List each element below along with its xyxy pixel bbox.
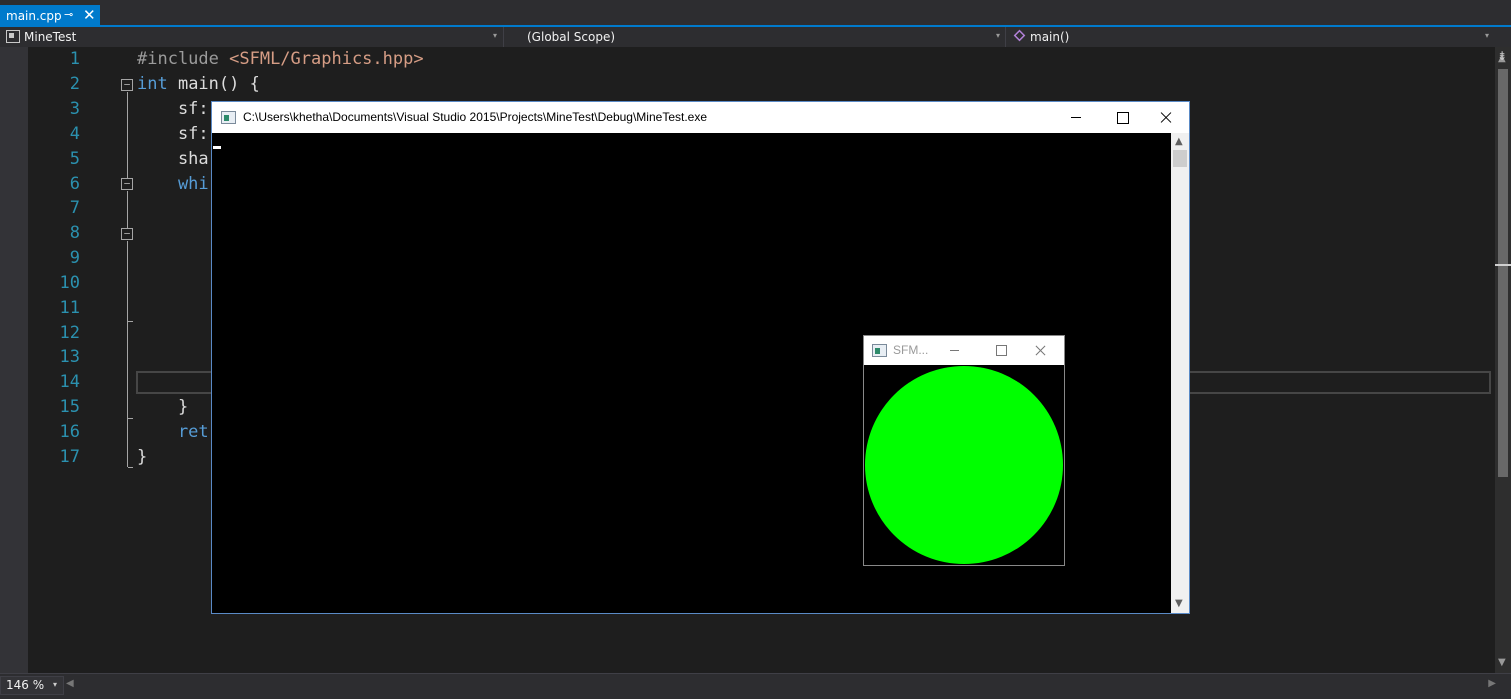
- editor-bottom-bar: 146 % ▾ ◀ ▶: [0, 673, 1511, 699]
- line-number: 8: [69, 223, 80, 243]
- document-tab-strip: main.cpp ⊸ ✕: [0, 0, 1511, 27]
- caret-position-marker: [1495, 264, 1511, 266]
- line-number: 10: [59, 273, 80, 293]
- code-text: main() {: [167, 74, 260, 94]
- line-number: 16: [59, 422, 80, 442]
- preprocessor-token: #include: [137, 49, 230, 69]
- console-app-icon: [221, 111, 236, 124]
- scroll-up-icon[interactable]: ▲: [1175, 136, 1183, 147]
- scroll-down-icon[interactable]: ▼: [1498, 657, 1506, 668]
- scrollbar-thumb[interactable]: [1498, 69, 1508, 477]
- collapse-icon[interactable]: −: [121, 178, 133, 190]
- navigation-bar: MineTest ▾ (Global Scope) ▾ main() ▾: [0, 27, 1511, 47]
- line-number: 17: [59, 447, 80, 467]
- horizontal-scrollbar[interactable]: ◀ ▶: [66, 677, 1496, 693]
- line-number: 12: [59, 323, 80, 343]
- scrollbar-thumb[interactable]: [1173, 150, 1187, 167]
- chevron-down-icon: ▾: [996, 31, 1001, 40]
- green-circle-shape: [865, 366, 1063, 564]
- tab-title: main.cpp: [6, 9, 62, 23]
- chevron-down-icon: ▾: [493, 31, 498, 40]
- maximize-button[interactable]: [1099, 102, 1145, 133]
- outline-end: [128, 467, 133, 468]
- pin-icon[interactable]: ⊸: [64, 8, 73, 21]
- console-title-bar[interactable]: C:\Users\khetha\Documents\Visual Studio …: [212, 102, 1189, 133]
- sfml-title-bar[interactable]: SFM...: [864, 336, 1064, 365]
- project-icon: [6, 30, 20, 43]
- code-line-16[interactable]: ret: [137, 420, 209, 445]
- window-splitter-icon[interactable]: ⇟: [1497, 49, 1507, 63]
- indicator-margin: [0, 47, 28, 673]
- close-button[interactable]: [1020, 336, 1064, 365]
- line-number: 9: [69, 248, 80, 268]
- line-number: 15: [59, 397, 80, 417]
- line-number: 11: [59, 298, 80, 318]
- tab-main-cpp[interactable]: main.cpp ⊸ ✕: [0, 5, 100, 27]
- keyword-token: int: [137, 74, 168, 94]
- code-line-1[interactable]: #include <SFML/Graphics.hpp>: [137, 47, 424, 72]
- code-line-17[interactable]: }: [137, 445, 147, 470]
- collapse-icon[interactable]: −: [121, 79, 133, 91]
- console-scrollbar[interactable]: ▲ ▼: [1171, 133, 1189, 613]
- function-dropdown[interactable]: main() ▾: [1008, 27, 1495, 47]
- outline-guide: [127, 191, 128, 228]
- scope-label: (Global Scope): [527, 30, 616, 44]
- zoom-level: 146 %: [6, 678, 45, 692]
- code-line-15[interactable]: }: [137, 395, 188, 420]
- line-number: 6: [69, 174, 80, 194]
- chevron-down-icon: ▾: [1485, 31, 1490, 40]
- minimize-button[interactable]: [1053, 102, 1099, 133]
- sfml-title: SFM...: [893, 343, 929, 357]
- scope-dropdown[interactable]: (Global Scope) ▾: [506, 27, 1006, 47]
- close-tab-icon[interactable]: ✕: [83, 6, 96, 24]
- scroll-down-icon[interactable]: ▼: [1175, 598, 1183, 609]
- editor-vertical-scrollbar[interactable]: ▲ ▼: [1495, 47, 1511, 673]
- maximize-button[interactable]: [980, 336, 1024, 365]
- sfml-app-icon: [872, 344, 887, 357]
- outline-end: [128, 418, 133, 419]
- project-dropdown[interactable]: MineTest ▾: [0, 27, 504, 47]
- close-button[interactable]: [1143, 102, 1189, 133]
- line-number: 5: [69, 149, 80, 169]
- code-line-3[interactable]: sf:: [137, 97, 209, 122]
- scroll-left-icon[interactable]: ◀: [66, 678, 74, 689]
- sfml-window[interactable]: SFM...: [863, 335, 1065, 566]
- console-cursor: [213, 146, 221, 149]
- function-icon: [1013, 29, 1026, 42]
- line-number: 1: [69, 49, 80, 69]
- function-label: main(): [1030, 30, 1070, 44]
- collapse-icon[interactable]: −: [121, 228, 133, 240]
- minimize-button[interactable]: [936, 336, 980, 365]
- zoom-dropdown[interactable]: 146 % ▾: [0, 676, 64, 695]
- project-label: MineTest: [24, 30, 77, 44]
- line-number: 14: [59, 372, 80, 392]
- chevron-down-icon: ▾: [53, 680, 58, 689]
- scroll-right-icon[interactable]: ▶: [1488, 678, 1496, 689]
- line-number: 7: [69, 198, 80, 218]
- line-number: 3: [69, 99, 80, 119]
- code-line-6[interactable]: whi: [137, 172, 209, 197]
- code-line-2[interactable]: int main() {: [137, 72, 260, 97]
- outline-guide: [127, 241, 128, 467]
- code-line-5[interactable]: sha: [137, 147, 209, 172]
- line-number: 2: [69, 74, 80, 94]
- include-path: <SFML/Graphics.hpp>: [229, 49, 424, 69]
- console-title: C:\Users\khetha\Documents\Visual Studio …: [243, 110, 708, 124]
- line-number: 13: [59, 347, 80, 367]
- outline-guide: [127, 92, 128, 178]
- outline-end: [128, 321, 133, 322]
- line-number: 4: [69, 124, 80, 144]
- code-line-4[interactable]: sf:: [137, 122, 209, 147]
